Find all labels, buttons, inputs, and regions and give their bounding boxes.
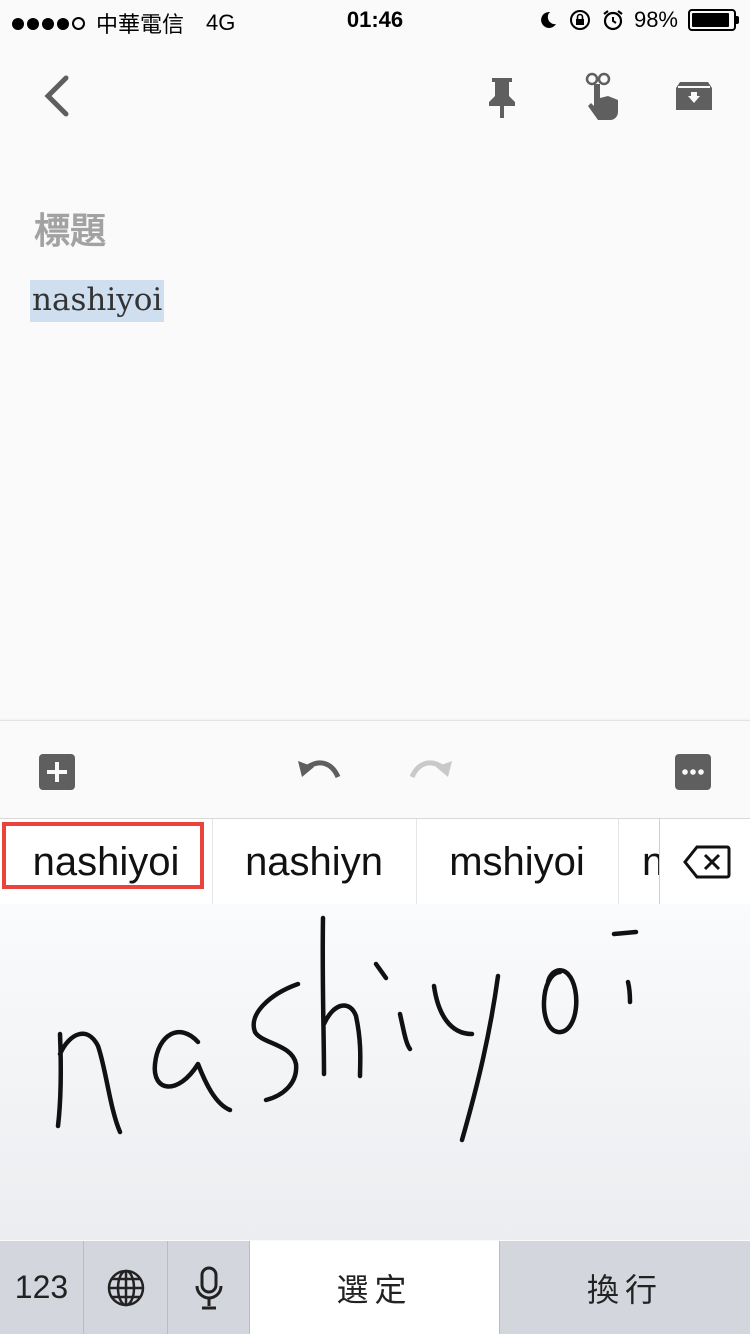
globe-icon	[107, 1269, 144, 1306]
battery-icon	[688, 9, 739, 31]
backspace-icon	[683, 845, 731, 879]
moon-icon	[541, 11, 556, 28]
microphone-key[interactable]	[168, 1241, 250, 1334]
candidate-item[interactable]: n	[618, 819, 660, 905]
status-left: 中華電信 4G	[12, 7, 235, 39]
reminder-finger-icon[interactable]	[574, 70, 624, 122]
status-right: 98%	[538, 7, 739, 33]
more-options-icon[interactable]	[674, 753, 712, 791]
candidate-item[interactable]: nashiyn	[212, 819, 417, 905]
candidate-item[interactable]: mshiyoi	[416, 819, 619, 905]
handwriting-strokes	[55, 915, 639, 1143]
undo-icon[interactable]	[296, 757, 342, 787]
redo-icon[interactable]	[408, 757, 454, 787]
note-body-text[interactable]: nashiyoi	[30, 280, 165, 322]
confirm-key[interactable]: 選定	[250, 1241, 500, 1334]
archive-icon[interactable]	[674, 76, 714, 116]
globe-key[interactable]	[84, 1241, 168, 1334]
note-title-placeholder[interactable]: 標題	[34, 202, 106, 254]
alarm-icon	[603, 10, 623, 31]
backspace-key[interactable]	[661, 819, 750, 905]
battery-percentage: 98%	[633, 7, 678, 32]
add-box-icon[interactable]	[38, 753, 76, 791]
network-type: 4G	[206, 10, 236, 35]
carrier-name: 中華電信	[96, 12, 185, 37]
status-bar: 中華電信 4G 01:46 98%	[0, 0, 750, 40]
selected-candidate-highlight	[2, 822, 204, 889]
microphone-icon	[195, 1266, 222, 1309]
back-chevron-icon[interactable]	[40, 74, 74, 118]
return-key[interactable]: 換行	[500, 1241, 750, 1334]
rotation-lock-icon	[569, 10, 590, 30]
editor-toolbar	[0, 720, 750, 819]
handwriting-canvas[interactable]	[0, 904, 750, 1240]
pin-icon[interactable]	[484, 74, 520, 120]
signal-strength-icon	[12, 10, 88, 36]
numbers-key[interactable]: 123	[0, 1241, 84, 1334]
